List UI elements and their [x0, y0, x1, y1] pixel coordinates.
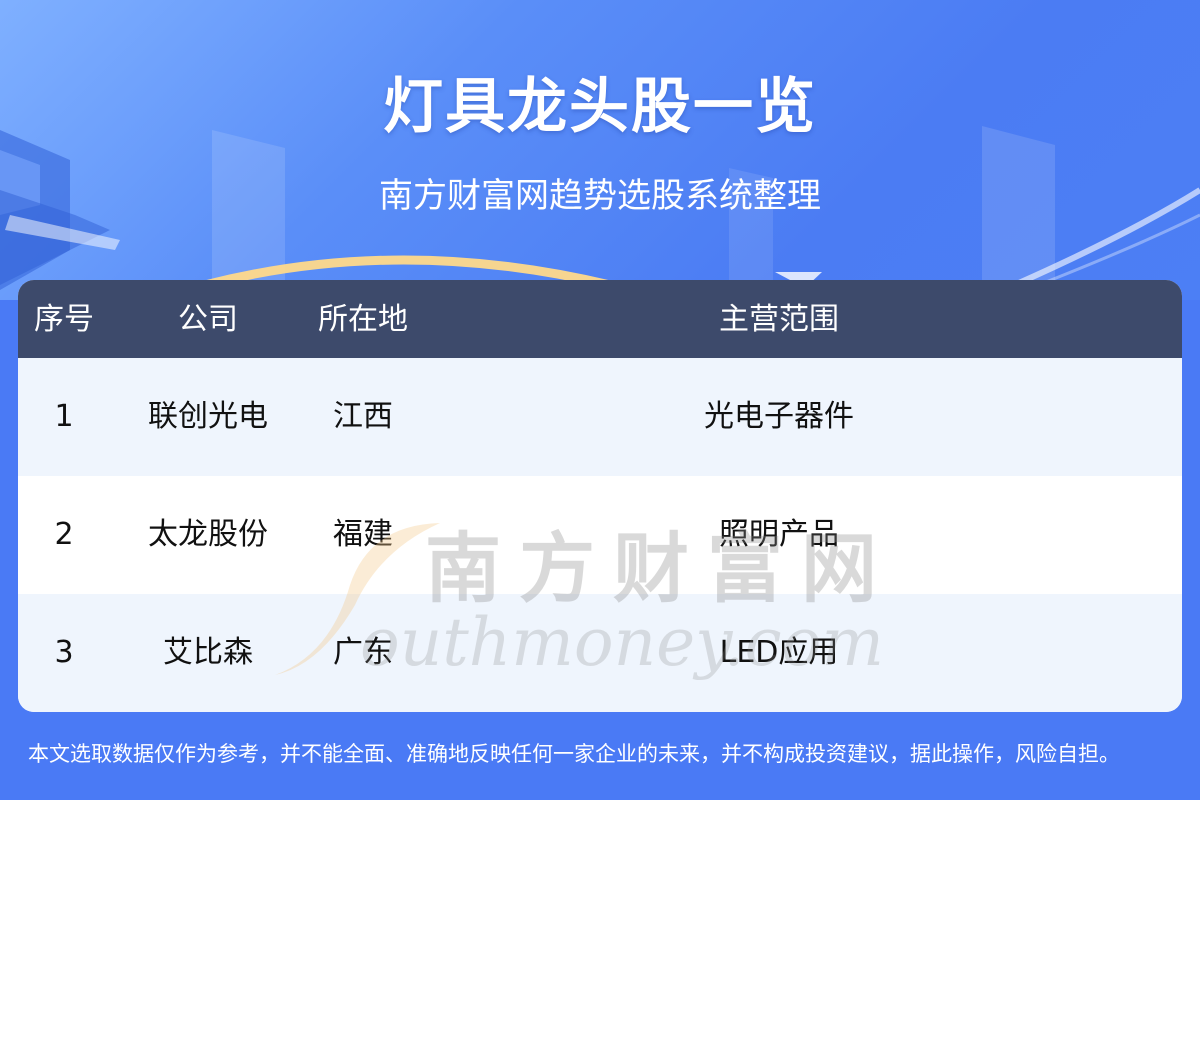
cell-business: 光电子器件: [704, 399, 854, 434]
cell-business: LED应用: [719, 635, 839, 670]
table-header: 序号 公司 所在地 主营范围: [18, 280, 1182, 358]
cell-company: 太龙股份: [148, 517, 268, 552]
page-subtitle: 南方财富网趋势选股系统整理: [379, 176, 821, 216]
stock-table: 序号 公司 所在地 主营范围 1 联创光电 江西 光电子器件 2 太龙股份 福建…: [18, 280, 1182, 712]
disclaimer-text: 本文选取数据仅作为参考，并不能全面、准确地反映任何一家企业的未来，并不构成投资建…: [28, 742, 1120, 766]
cell-index: 2: [54, 517, 74, 552]
cell-company: 联创光电: [148, 399, 268, 434]
page-title: 灯具龙头股一览: [383, 72, 817, 142]
column-header-index: 序号: [34, 302, 94, 337]
column-header-location: 所在地: [318, 302, 408, 337]
cell-business: 照明产品: [719, 517, 839, 552]
cell-index: 3: [54, 635, 74, 670]
cell-company: 艾比森: [163, 635, 253, 670]
cell-index: 1: [54, 399, 74, 434]
table-row: 2 太龙股份 福建 照明产品: [18, 476, 1182, 594]
cell-location: 福建: [333, 517, 393, 552]
table-row: 1 联创光电 江西 光电子器件: [18, 358, 1182, 476]
cell-location: 广东: [333, 635, 393, 670]
table-row: 3 艾比森 广东 LED应用: [18, 594, 1182, 712]
hero-banner: 灯具龙头股一览 南方财富网趋势选股系统整理: [0, 0, 1200, 300]
hero-decoration: [0, 126, 1200, 300]
column-header-business: 主营范围: [719, 302, 839, 337]
cell-location: 江西: [333, 399, 393, 434]
poster: 灯具龙头股一览 南方财富网趋势选股系统整理 序号 公司 所在地 主营范围 1 联…: [0, 0, 1200, 800]
column-header-company: 公司: [178, 302, 238, 337]
